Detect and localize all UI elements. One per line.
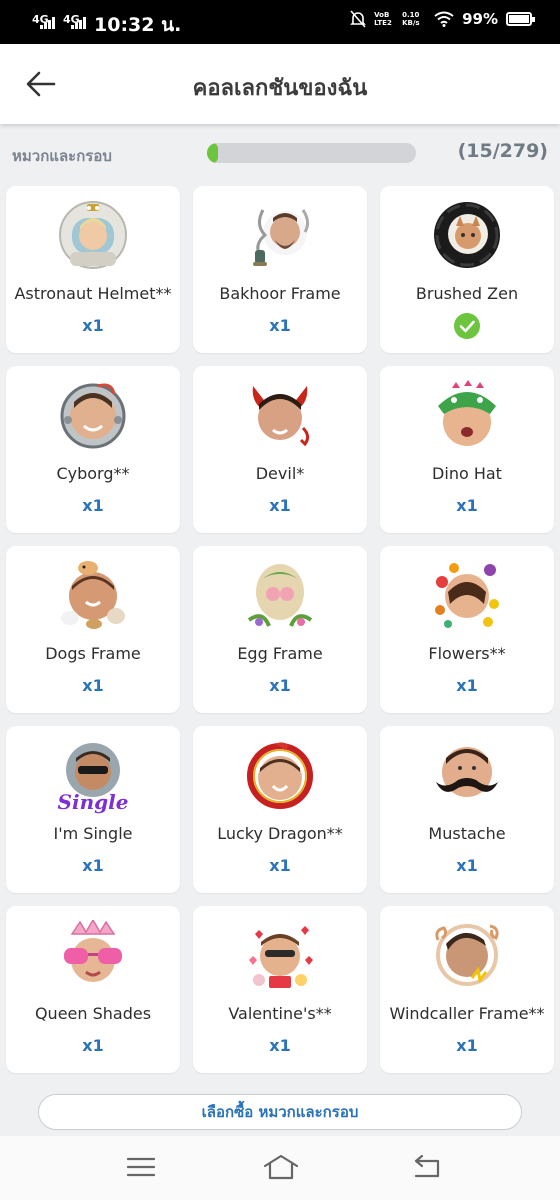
egg-frame-avatar-icon	[245, 560, 315, 630]
item-name: Flowers**	[428, 644, 506, 663]
collection-card[interactable]: Mustache x1	[380, 726, 554, 893]
item-quantity: x1	[456, 676, 478, 695]
collection-card[interactable]: Valentine's** x1	[193, 906, 367, 1073]
devil-avatar-icon	[245, 380, 315, 450]
back-nav-button[interactable]	[410, 1152, 444, 1182]
astronaut-helmet-avatar-icon	[58, 200, 128, 270]
im-single-avatar-icon: Single	[58, 740, 128, 814]
collection-card[interactable]: Brushed Zen	[380, 186, 554, 353]
item-name: Lucky Dragon**	[217, 824, 343, 843]
clock: 10:32 น.	[94, 14, 182, 36]
windcaller-frame-avatar-icon	[432, 920, 502, 990]
collection-progress: หมวกและกรอบ (15/279)	[0, 132, 560, 172]
valentines-avatar-icon	[245, 920, 315, 990]
item-name: Cyborg**	[56, 464, 130, 483]
collection-card[interactable]: Astronaut Helmet** x1	[6, 186, 180, 353]
item-name: Windcaller Frame**	[389, 1004, 545, 1023]
wifi-icon	[434, 11, 454, 27]
collection-card[interactable]: Bakhoor Frame x1	[193, 186, 367, 353]
collection-card[interactable]: Windcaller Frame** x1	[380, 906, 554, 1073]
queen-shades-avatar-icon	[58, 920, 128, 990]
system-nav-bar	[0, 1136, 560, 1200]
data-speed: 0.10 KB/s	[402, 11, 420, 27]
item-quantity: x1	[269, 676, 291, 695]
collection-card[interactable]: Devil* x1	[193, 366, 367, 533]
collection-card[interactable]: Queen Shades x1	[6, 906, 180, 1073]
item-quantity: x1	[456, 1036, 478, 1055]
menu-button[interactable]	[124, 1152, 158, 1182]
collection-count: (15/279)	[457, 140, 548, 162]
menu-icon	[126, 1157, 156, 1177]
item-quantity: x1	[456, 496, 478, 515]
volte-indicator: VoB LTE2	[374, 11, 392, 27]
item-name: I'm Single	[53, 824, 133, 843]
status-icons: VoB LTE2 0.10 KB/s 99%	[350, 10, 535, 28]
mustache-avatar-icon	[432, 740, 502, 810]
owned-check-icon	[454, 313, 480, 339]
collection-card[interactable]: Lucky Dragon** x1	[193, 726, 367, 893]
item-quantity: x1	[82, 856, 104, 875]
dino-hat-avatar-icon	[432, 380, 502, 450]
signal-icon-1	[40, 17, 55, 29]
shop-hats-frames-button[interactable]: เลือกซื้อ หมวกและกรอบ	[38, 1094, 522, 1130]
mute-bell-icon	[350, 10, 367, 28]
item-name: Astronaut Helmet**	[14, 284, 172, 303]
collection-card[interactable]: Dogs Frame x1	[6, 546, 180, 713]
bakhoor-frame-avatar-icon	[245, 200, 315, 270]
item-quantity: x1	[82, 1036, 104, 1055]
battery-icon	[506, 12, 535, 26]
item-name: Brushed Zen	[415, 284, 519, 303]
collection-card[interactable]: Single I'm Single x1	[6, 726, 180, 893]
dogs-frame-avatar-icon	[58, 560, 128, 630]
item-quantity: x1	[82, 496, 104, 515]
item-quantity: x1	[82, 316, 104, 335]
item-name: Dogs Frame	[45, 644, 141, 663]
progress-bar	[207, 143, 416, 163]
item-name: Devil*	[255, 464, 305, 483]
item-quantity: x1	[269, 1036, 291, 1055]
item-quantity: x1	[456, 856, 478, 875]
home-button[interactable]	[262, 1152, 299, 1182]
cyborg-avatar-icon	[58, 380, 128, 450]
brushed-zen-avatar-icon	[432, 200, 502, 270]
item-quantity: x1	[269, 856, 291, 875]
battery-percent: 99%	[462, 10, 498, 28]
collection-card[interactable]: Egg Frame x1	[193, 546, 367, 713]
item-quantity: x1	[269, 496, 291, 515]
item-name: Queen Shades	[34, 1004, 152, 1023]
collection-card[interactable]: Flowers** x1	[380, 546, 554, 713]
category-label: หมวกและกรอบ	[12, 147, 112, 165]
app-header: คอลเลกชันของฉัน	[0, 44, 560, 124]
item-name: Bakhoor Frame	[219, 284, 341, 303]
page-title: คอลเลกชันของฉัน	[192, 76, 368, 101]
item-name: Egg Frame	[237, 644, 323, 663]
signal-icon-2	[71, 17, 86, 29]
single-badge-text: Single	[57, 790, 129, 814]
lucky-dragon-avatar-icon	[245, 740, 315, 810]
collection-card[interactable]: Dino Hat x1	[380, 366, 554, 533]
collection-grid: Astronaut Helmet** x1 Bakhoor Frame x1 B…	[6, 186, 554, 1073]
item-quantity: x1	[82, 676, 104, 695]
flowers-avatar-icon	[432, 560, 502, 630]
item-name: Mustache	[428, 824, 506, 843]
progress-fill	[207, 143, 219, 163]
home-icon	[263, 1154, 299, 1180]
item-quantity: x1	[269, 316, 291, 335]
item-name: Dino Hat	[432, 464, 502, 483]
collection-card[interactable]: Cyborg** x1	[6, 366, 180, 533]
item-name: Valentine's**	[228, 1004, 332, 1023]
return-icon	[414, 1154, 440, 1178]
status-bar: 4G 4G 10:32 น. VoB LTE2 0.10 KB/s 99%	[0, 0, 560, 44]
